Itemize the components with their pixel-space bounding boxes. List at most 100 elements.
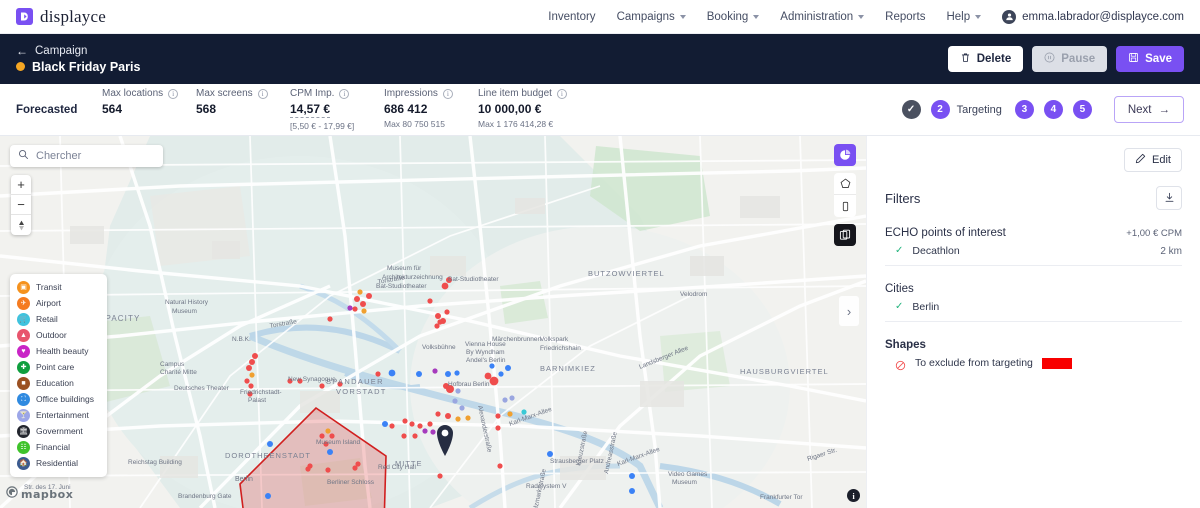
- map-search-box[interactable]: [10, 145, 163, 167]
- metric-impressions: Impressions i 686 412 Max 80 750 515: [384, 88, 478, 129]
- legend-item-education[interactable]: ■ Education: [10, 375, 107, 391]
- info-icon[interactable]: i: [257, 88, 268, 99]
- save-button[interactable]: Save: [1116, 46, 1184, 72]
- edit-button[interactable]: Edit: [1124, 148, 1182, 172]
- step-1-completed[interactable]: ✓: [901, 100, 921, 119]
- screen-filter-tool[interactable]: [834, 195, 856, 217]
- legend-label: Entertainment: [36, 410, 89, 420]
- mapbox-attribution[interactable]: mapbox: [6, 485, 73, 503]
- map-canvas[interactable]: EUROPACITY SPANDAUER VORSTADT DOROTHEENS…: [0, 136, 866, 508]
- step-2-current[interactable]: 2: [930, 100, 950, 119]
- divider: [885, 321, 1182, 322]
- info-icon[interactable]: i: [168, 88, 179, 99]
- user-avatar-icon: [1002, 9, 1017, 24]
- shape-color-swatch[interactable]: [1041, 357, 1072, 369]
- section-title: Cities: [885, 283, 914, 295]
- info-icon[interactable]: i: [339, 88, 350, 99]
- svg-text:Charité Mitte: Charité Mitte: [160, 369, 197, 376]
- info-icon[interactable]: i: [442, 88, 453, 99]
- zoom-in-button[interactable]: +: [11, 175, 31, 195]
- section-title: Shapes: [885, 339, 926, 351]
- campaign-header: ← Campaign Black Friday Paris Delete Pau…: [0, 34, 1200, 84]
- legend-item-outdoor[interactable]: ▲ Outdoor: [10, 327, 107, 343]
- draw-shape-tool[interactable]: [834, 144, 856, 166]
- map-info-button[interactable]: i: [847, 489, 860, 502]
- metric-label: Max screens: [196, 88, 253, 99]
- svg-text:DOROTHEENSTADT: DOROTHEENSTADT: [225, 451, 311, 460]
- legend-item-point-care[interactable]: ✚ Point care: [10, 359, 107, 375]
- svg-text:Reichstag Building: Reichstag Building: [128, 459, 182, 466]
- nav-item-inventory[interactable]: Inventory: [548, 11, 595, 23]
- legend-item-government[interactable]: 🏛 Government: [10, 423, 107, 439]
- metric-cpm-imp: CPM Imp. i 14,57 € [5,50 € - 17,99 €]: [290, 88, 384, 131]
- legend-item-health-beauty[interactable]: ♥ Health beauty: [10, 343, 107, 359]
- filter-section-shapes: Shapes To exclude from targeting: [885, 339, 1182, 377]
- list-item[interactable]: ✓ Decathlon 2 km: [885, 239, 1182, 265]
- nav-item-administration[interactable]: Administration: [780, 10, 865, 23]
- metric-line-item-budget: Line item budget i 10 000,00 € Max 1 176…: [478, 88, 594, 129]
- compass-reset-button[interactable]: [11, 215, 31, 235]
- step-5[interactable]: 5: [1072, 100, 1092, 119]
- list-item[interactable]: To exclude from targeting: [885, 351, 1182, 377]
- step-4[interactable]: 4: [1043, 100, 1063, 119]
- education-icon: ■: [17, 376, 30, 390]
- svg-text:Museum: Museum: [172, 308, 197, 315]
- legend-item-residential[interactable]: 🏠 Residential: [10, 455, 107, 471]
- pause-button: Pause: [1032, 46, 1108, 72]
- nav-item-reports[interactable]: Reports: [885, 11, 925, 23]
- campaign-title-row: Black Friday Paris: [16, 60, 140, 74]
- search-icon: [18, 147, 29, 165]
- metric-label: Impressions: [384, 88, 438, 99]
- map-zoom-controls[interactable]: + −: [11, 175, 31, 235]
- svg-text:Deutsches Theater: Deutsches Theater: [174, 385, 230, 392]
- nav-item-campaigns[interactable]: Campaigns: [617, 11, 686, 23]
- svg-text:Vienna House: Vienna House: [465, 341, 506, 348]
- map-view[interactable]: EUROPACITY SPANDAUER VORSTADT DOROTHEENS…: [0, 136, 866, 508]
- zoom-out-button[interactable]: −: [11, 195, 31, 215]
- legend-item-office-buildings[interactable]: ⛶ Office buildings: [10, 391, 107, 407]
- brand-logo[interactable]: displayce: [16, 7, 106, 27]
- info-icon[interactable]: i: [556, 88, 567, 99]
- step-3[interactable]: 3: [1014, 100, 1034, 119]
- entry-label: To exclude from targeting: [915, 357, 1033, 369]
- forecast-metrics: Max locations i 564 Max screens i 568 CP…: [102, 88, 594, 131]
- office-buildings-icon: ⛶: [17, 392, 30, 406]
- polygon-tool[interactable]: [834, 173, 856, 195]
- legend-item-entertainment[interactable]: 🍸 Entertainment: [10, 407, 107, 423]
- section-meta: +1,00 € CPM: [1126, 228, 1182, 239]
- metric-max-screens: Max screens i 568: [196, 88, 290, 116]
- entry-label: Decathlon: [912, 245, 960, 257]
- search-input[interactable]: [36, 150, 155, 162]
- nav-item-booking[interactable]: Booking: [707, 11, 760, 23]
- nav-label: Help: [946, 10, 971, 23]
- legend-item-retail[interactable]: 🛒 Retail: [10, 311, 107, 327]
- metric-value: 14,57 €: [290, 102, 331, 118]
- legend-item-airport[interactable]: ✈ Airport: [10, 295, 107, 311]
- back-to-campaign-link[interactable]: ← Campaign: [16, 45, 140, 57]
- user-account-menu[interactable]: emma.labrador@displayce.com: [1002, 9, 1184, 24]
- map-panel-expand-button[interactable]: ›: [839, 296, 859, 326]
- legend-item-financial[interactable]: ☷ Financial: [10, 439, 107, 455]
- delete-button[interactable]: Delete: [947, 46, 1024, 72]
- no-entry-icon: [895, 358, 906, 370]
- next-button[interactable]: Next →: [1113, 96, 1184, 123]
- legend-item-transit[interactable]: ▣ Transit: [10, 279, 107, 295]
- svg-text:Friedrichshain: Friedrichshain: [540, 345, 581, 352]
- page-title: Black Friday Paris: [32, 59, 141, 74]
- back-label: Campaign: [35, 44, 88, 57]
- chevron-down-icon: [679, 14, 686, 19]
- svg-text:BARNIMKIEZ: BARNIMKIEZ: [540, 364, 596, 373]
- layers-tool[interactable]: [834, 224, 856, 246]
- nav-label: Administration: [780, 10, 854, 23]
- nav-item-help[interactable]: Help: [946, 10, 982, 23]
- filters-header: Filters: [885, 186, 1182, 210]
- metric-label: Line item budget: [478, 88, 552, 99]
- list-item[interactable]: ✓ Berlin: [885, 295, 1182, 321]
- svg-text:Velodrom: Velodrom: [680, 291, 707, 298]
- entry-value: 2 km: [1160, 245, 1182, 257]
- wizard-steps: ✓ 2 Targeting 3 4 5 Next →: [901, 96, 1184, 123]
- metric-value: 564: [102, 102, 123, 116]
- svg-text:Berlin: Berlin: [235, 476, 253, 483]
- svg-text:Radelystem V: Radelystem V: [526, 483, 567, 490]
- download-filters-button[interactable]: [1156, 186, 1182, 210]
